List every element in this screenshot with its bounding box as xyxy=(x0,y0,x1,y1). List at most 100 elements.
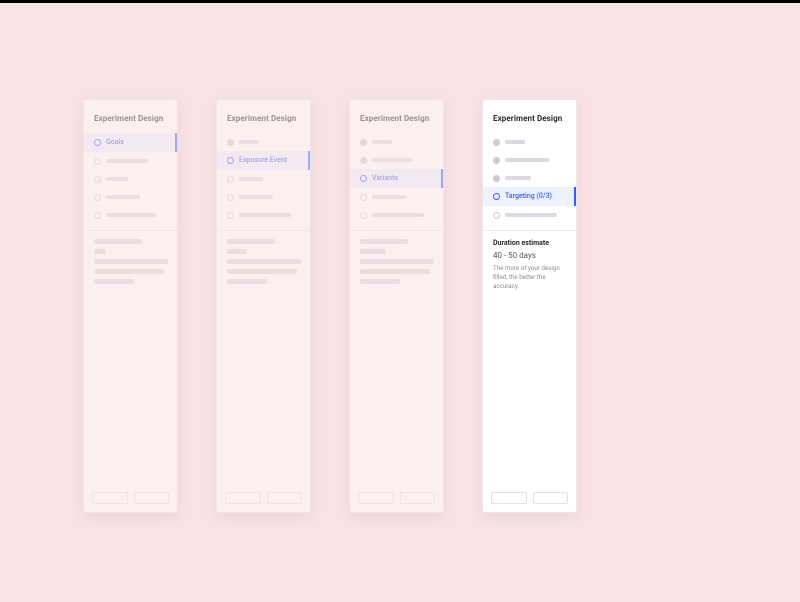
placeholder-line xyxy=(106,159,148,163)
placeholder-line xyxy=(372,158,412,162)
radio-icon xyxy=(227,176,234,183)
step-item[interactable] xyxy=(217,170,310,188)
primary-button[interactable] xyxy=(134,492,170,504)
card-footer xyxy=(84,492,177,504)
check-circle-icon xyxy=(493,139,500,146)
step-label: Exposure Event xyxy=(239,156,287,165)
primary-button[interactable] xyxy=(267,492,303,504)
placeholder-line xyxy=(227,269,297,274)
content-placeholder xyxy=(84,239,177,284)
step-item[interactable] xyxy=(84,206,177,224)
radio-icon xyxy=(493,212,500,219)
radio-icon xyxy=(360,212,367,219)
divider xyxy=(217,230,310,231)
step-label: Targeting (0/3) xyxy=(505,192,552,201)
divider xyxy=(483,230,576,231)
primary-button[interactable] xyxy=(533,492,569,504)
placeholder-line xyxy=(94,279,134,284)
placeholder-line xyxy=(106,195,140,199)
secondary-button[interactable] xyxy=(92,492,128,504)
card-footer xyxy=(350,492,443,504)
radio-icon xyxy=(94,194,101,201)
check-circle-icon xyxy=(360,157,367,164)
card-footer xyxy=(483,492,576,504)
steps-list: Goals xyxy=(84,133,177,224)
step-exposure-event[interactable]: Exposure Event xyxy=(217,151,310,170)
duration-estimate-desc: The more of your design filled, the bett… xyxy=(493,264,566,291)
steps-list: Exposure Event xyxy=(217,133,310,224)
content-placeholder xyxy=(217,239,310,284)
placeholder-line xyxy=(360,249,386,254)
step-item[interactable] xyxy=(350,188,443,206)
cards-row: Experiment Design Goals xyxy=(83,99,577,513)
placeholder-line xyxy=(106,213,156,217)
placeholder-line xyxy=(239,213,291,217)
placeholder-line xyxy=(360,259,434,264)
secondary-button[interactable] xyxy=(491,492,527,504)
step-item[interactable] xyxy=(350,133,443,151)
card-title: Experiment Design xyxy=(350,114,443,133)
duration-estimate-value: 40 - 50 days xyxy=(493,251,566,260)
check-circle-icon xyxy=(360,139,367,146)
radio-icon xyxy=(227,212,234,219)
radio-icon xyxy=(227,194,234,201)
duration-estimate-section: Duration estimate 40 - 50 days The more … xyxy=(483,239,576,291)
placeholder-line xyxy=(505,140,525,144)
placeholder-line xyxy=(360,269,430,274)
step-item[interactable] xyxy=(483,133,576,151)
radio-icon xyxy=(493,193,500,200)
placeholder-line xyxy=(106,177,128,181)
step-goals[interactable]: Goals xyxy=(84,133,177,152)
step-label: Goals xyxy=(106,138,124,147)
step-label: Variants xyxy=(372,174,398,183)
card-title: Experiment Design xyxy=(84,114,177,133)
steps-list: Variants xyxy=(350,133,443,224)
placeholder-line xyxy=(94,269,164,274)
placeholder-line xyxy=(227,259,301,264)
placeholder-line xyxy=(94,239,142,244)
radio-icon xyxy=(94,139,101,146)
check-circle-icon xyxy=(227,139,234,146)
step-item[interactable] xyxy=(483,206,576,224)
placeholder-line xyxy=(505,158,549,162)
placeholder-line xyxy=(239,177,263,181)
step-item[interactable] xyxy=(217,188,310,206)
radio-icon xyxy=(360,194,367,201)
placeholder-line xyxy=(227,249,247,254)
experiment-design-card-1: Experiment Design Goals xyxy=(83,99,178,513)
placeholder-line xyxy=(372,140,392,144)
step-item[interactable] xyxy=(350,206,443,224)
step-item[interactable] xyxy=(84,152,177,170)
placeholder-line xyxy=(505,213,557,217)
step-targeting[interactable]: Targeting (0/3) xyxy=(483,187,576,206)
duration-estimate-title: Duration estimate xyxy=(493,239,566,247)
experiment-design-card-2: Experiment Design Exposure Event xyxy=(216,99,311,513)
primary-button[interactable] xyxy=(400,492,436,504)
radio-icon xyxy=(360,175,367,182)
check-circle-icon xyxy=(493,175,500,182)
step-item[interactable] xyxy=(217,133,310,151)
placeholder-line xyxy=(227,279,267,284)
step-item[interactable] xyxy=(483,151,576,169)
secondary-button[interactable] xyxy=(358,492,394,504)
check-circle-icon xyxy=(493,157,500,164)
step-variants[interactable]: Variants xyxy=(350,169,443,188)
step-item[interactable] xyxy=(483,169,576,187)
placeholder-line xyxy=(227,239,275,244)
placeholder-line xyxy=(239,140,259,144)
placeholder-line xyxy=(360,279,400,284)
radio-icon xyxy=(94,212,101,219)
placeholder-line xyxy=(360,239,408,244)
secondary-button[interactable] xyxy=(225,492,261,504)
placeholder-line xyxy=(239,195,273,199)
radio-icon xyxy=(94,158,101,165)
step-item[interactable] xyxy=(350,151,443,169)
card-footer xyxy=(217,492,310,504)
step-item[interactable] xyxy=(84,170,177,188)
placeholder-line xyxy=(94,259,168,264)
divider xyxy=(84,230,177,231)
step-item[interactable] xyxy=(217,206,310,224)
step-item[interactable] xyxy=(84,188,177,206)
placeholder-line xyxy=(372,195,406,199)
steps-list: Targeting (0/3) xyxy=(483,133,576,224)
